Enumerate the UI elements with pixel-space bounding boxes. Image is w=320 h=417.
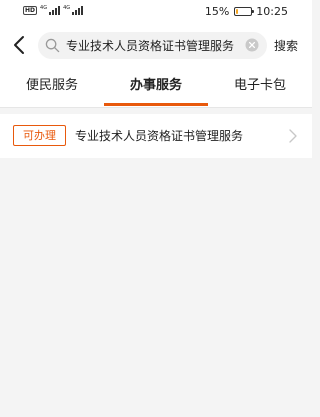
battery-percent: 15% (204, 5, 230, 18)
hd-badge: HD (23, 6, 38, 15)
back-button[interactable] (8, 33, 32, 57)
tab-bar: 便民服务 办事服务 电子卡包 (0, 66, 312, 108)
signal-label: 4G (40, 5, 48, 11)
signal-icon: 4G (40, 5, 61, 15)
clock: 10:25 (256, 5, 288, 18)
search-button[interactable]: 搜索 (274, 37, 298, 54)
battery-icon (234, 7, 255, 16)
search-header: 搜索 (0, 24, 312, 66)
search-icon (45, 38, 60, 53)
active-tab-indicator (104, 103, 208, 106)
results-list: 可办理 专业技术人员资格证书管理服务 (0, 114, 312, 158)
back-arrow-icon (14, 36, 24, 54)
list-item-title: 专业技术人员资格证书管理服务 (75, 129, 244, 143)
clear-icon[interactable] (245, 38, 259, 52)
signal-icon: 4G (63, 5, 84, 15)
list-item[interactable]: 可办理 专业技术人员资格证书管理服务 (0, 114, 312, 158)
status-bar-right: 15% 10:25 (205, 5, 288, 18)
search-box[interactable] (38, 32, 267, 59)
battery-fill (236, 9, 239, 14)
search-input[interactable] (66, 32, 241, 59)
tab-e-card-wallet[interactable]: 电子卡包 (208, 66, 312, 108)
tab-affairs-services[interactable]: 办事服务 (104, 66, 208, 108)
chevron-right-icon (289, 129, 297, 143)
status-bar: HD 4G 4G 15% 10:25 (0, 0, 312, 24)
signal-label: 4G (63, 5, 71, 11)
tab-convenience-services[interactable]: 便民服务 (0, 66, 104, 108)
status-badge: 可办理 (13, 125, 66, 146)
status-bar-left: HD 4G 4G (23, 5, 84, 15)
